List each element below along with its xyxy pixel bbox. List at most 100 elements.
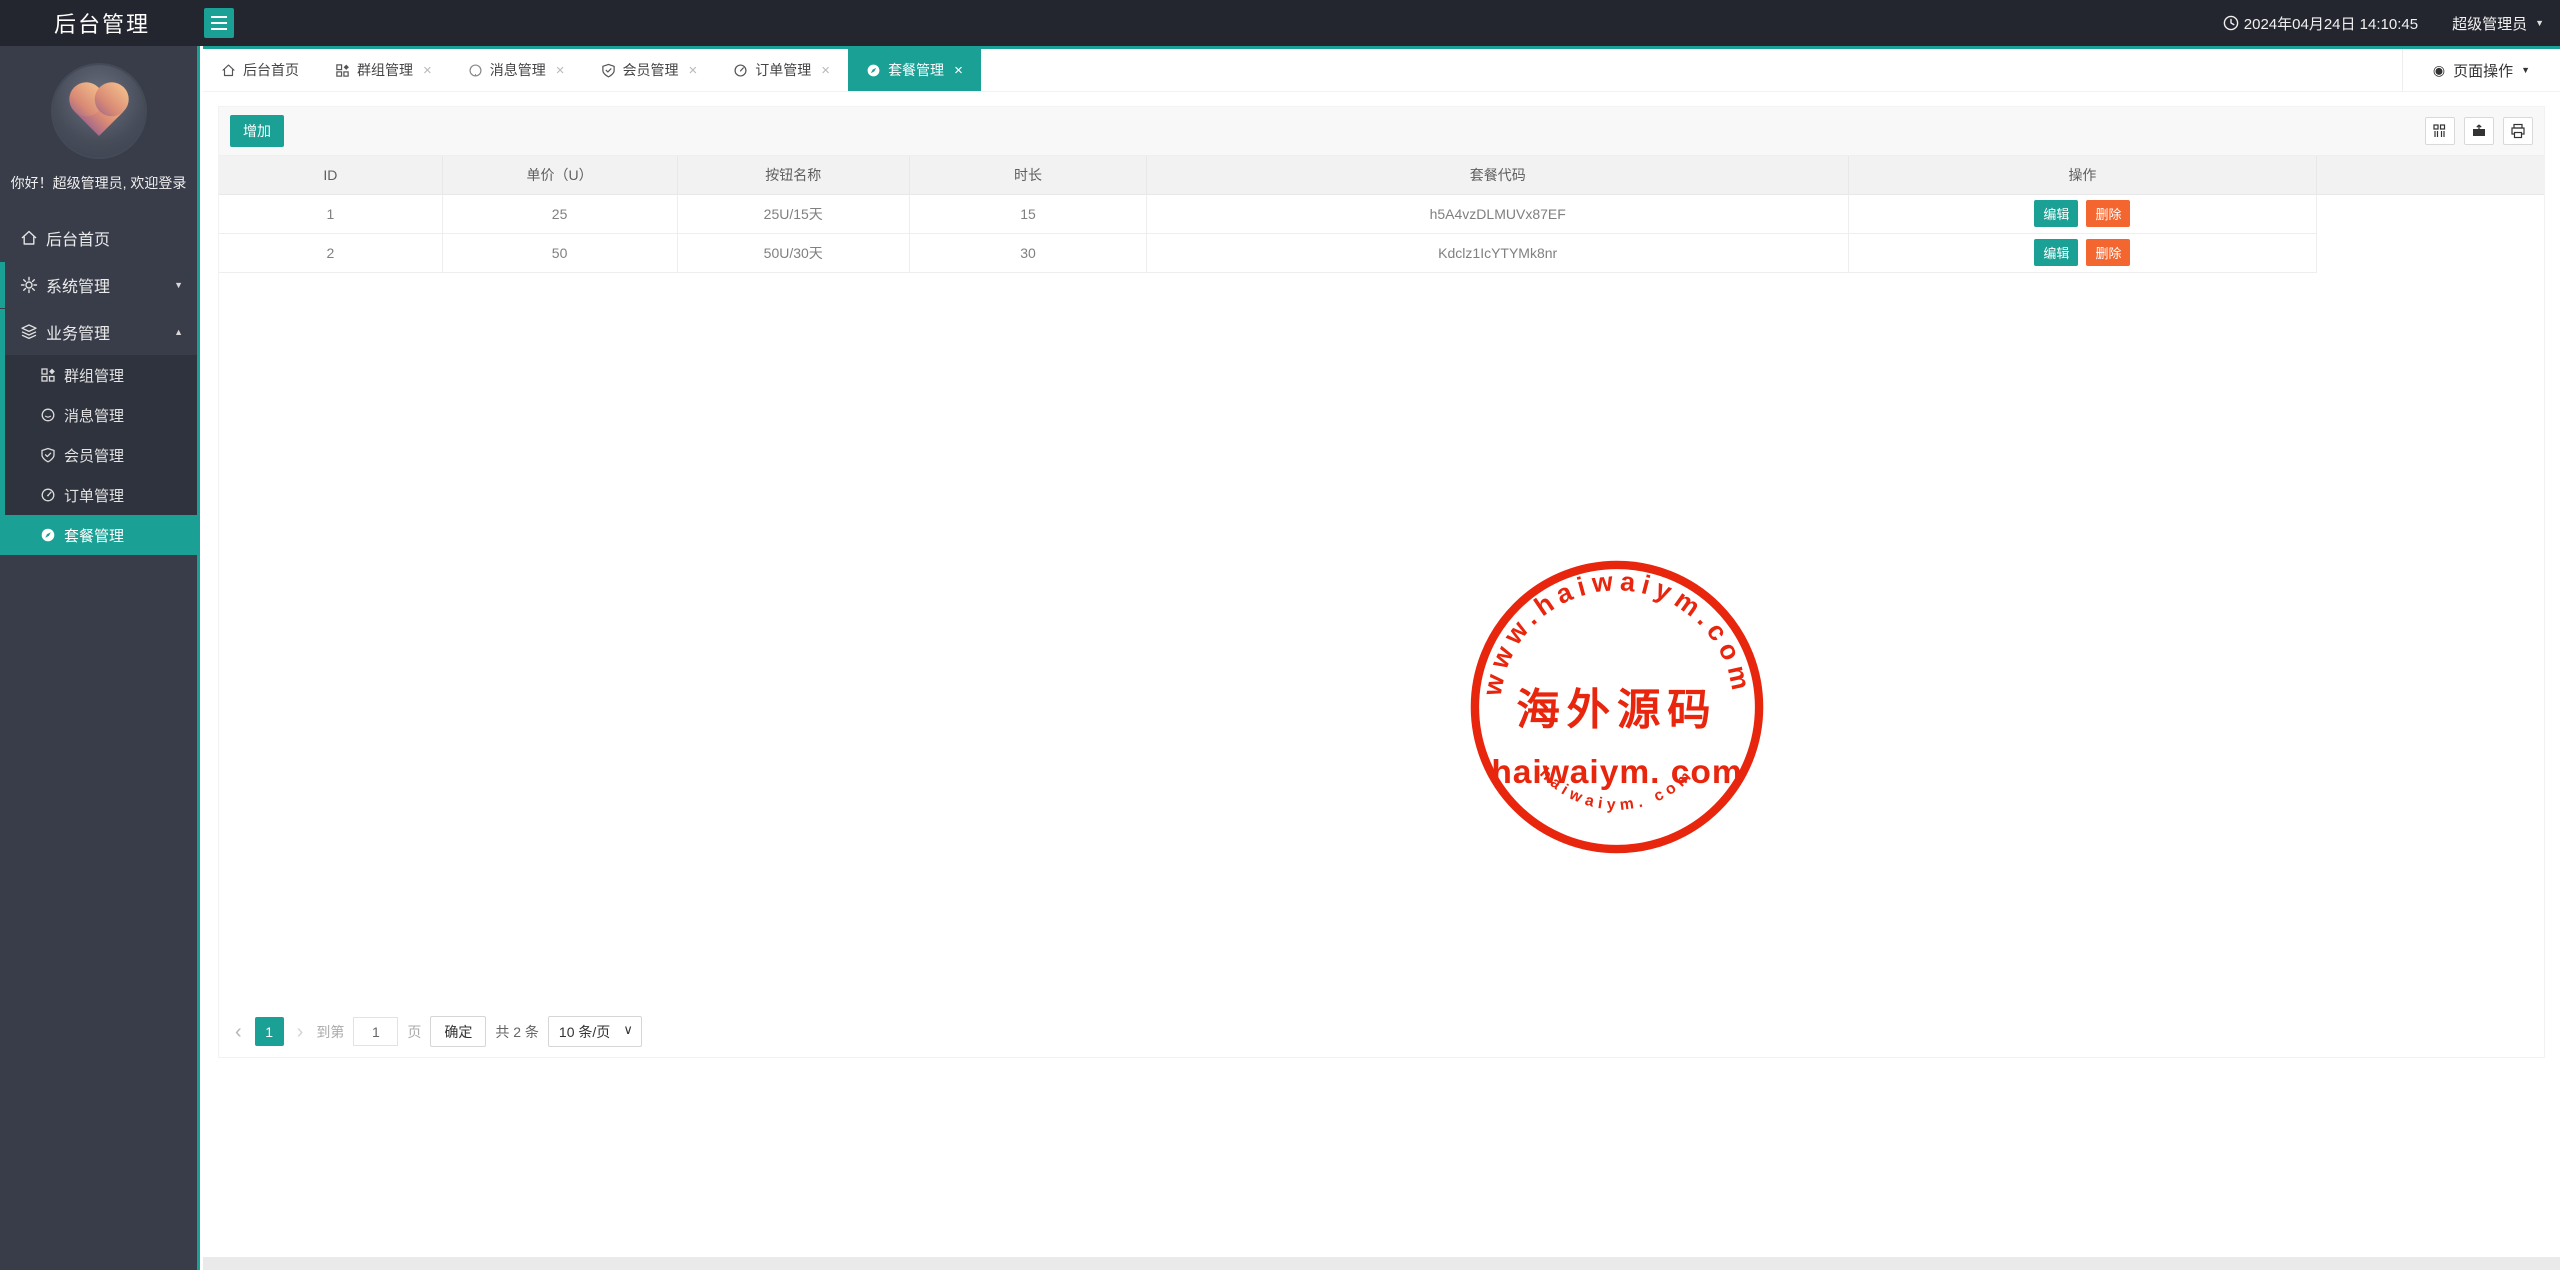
sidebar-item-label: 群组管理 [64, 365, 124, 386]
heart-photo [74, 88, 122, 136]
goto-page-input[interactable] [353, 1017, 398, 1046]
col-id: ID [219, 156, 442, 194]
delete-button[interactable]: 删除 [2086, 200, 2130, 227]
group-grid-icon [335, 63, 350, 78]
col-price: 单价（U） [442, 156, 677, 194]
sidebar-item-label: 业务管理 [46, 320, 110, 344]
cell-duration: 30 [909, 233, 1146, 272]
sidebar-nav: 后台首页 系统管理 ▼ 业务管理 ▲ [0, 215, 197, 555]
next-page-icon[interactable]: › [293, 1018, 308, 1046]
home-icon [20, 229, 38, 247]
package-compass-icon [40, 527, 56, 543]
close-icon[interactable]: × [954, 62, 963, 79]
sidebar-item-packages[interactable]: 套餐管理 [5, 515, 197, 555]
tab-messages[interactable]: 消息管理 × [450, 49, 583, 91]
current-page-button[interactable]: 1 [255, 1017, 284, 1046]
main-panel: 增加 [203, 92, 2560, 1257]
col-button-name: 按钮名称 [677, 156, 909, 194]
clock-icon [2223, 15, 2239, 31]
goto-label: 到第 [316, 1022, 344, 1042]
datetime-text: 2024年04月24日 14:10:45 [2244, 13, 2418, 34]
close-icon[interactable]: × [689, 62, 698, 79]
sidebar-submenu: 群组管理 消息管理 会员管理 [0, 355, 197, 555]
sidebar-item-members[interactable]: 会员管理 [5, 435, 197, 475]
sidebar-item-label: 消息管理 [64, 405, 124, 426]
datetime-display: 2024年04月24日 14:10:45 [2223, 13, 2418, 34]
chevron-down-icon: ▼ [2535, 18, 2544, 28]
columns-icon [2432, 123, 2448, 139]
print-button[interactable] [2503, 117, 2533, 145]
printer-icon [2510, 123, 2526, 139]
table-row: 1 25 25U/15天 15 h5A4vzDLMUVx87EF 编辑 删除 [219, 194, 2544, 233]
edit-button[interactable]: 编辑 [2034, 239, 2078, 266]
tab-label: 后台首页 [243, 60, 299, 80]
delete-button[interactable]: 删除 [2086, 239, 2130, 266]
close-icon[interactable]: × [556, 62, 565, 79]
cell-id: 2 [219, 233, 442, 272]
sidebar-item-groups[interactable]: 群组管理 [5, 355, 197, 395]
welcome-text: 你好！超级管理员, 欢迎登录 [0, 173, 197, 193]
sidebar-item-home[interactable]: 后台首页 [0, 215, 197, 261]
close-icon[interactable]: × [821, 62, 830, 79]
cell-duration: 15 [909, 194, 1146, 233]
confirm-button[interactable]: 确定 [430, 1016, 486, 1047]
toolbar: 增加 [219, 107, 2544, 156]
tab-members[interactable]: 会员管理 × [583, 49, 716, 91]
tab-home[interactable]: 后台首页 [203, 49, 317, 91]
tab-label: 群组管理 [357, 60, 413, 80]
cell-code: h5A4vzDLMUVx87EF [1147, 194, 1849, 233]
cell-id: 1 [219, 194, 442, 233]
total-count: 共 2 条 [495, 1022, 539, 1042]
packages-table: ID 单价（U） 按钮名称 时长 套餐代码 操作 1 25 [219, 156, 2544, 273]
col-duration: 时长 [909, 156, 1146, 194]
sidebar-item-label: 订单管理 [64, 485, 124, 506]
col-actions: 操作 [1849, 156, 2316, 194]
cell-button-name: 50U/30天 [677, 233, 909, 272]
chevron-up-icon: ▲ [174, 327, 183, 337]
username: 超级管理员 [2452, 13, 2527, 34]
table-row: 2 50 50U/30天 30 Kdclz1IcYTYMk8nr 编辑 删除 [219, 233, 2544, 272]
message-circle-icon [468, 63, 483, 78]
tab-label: 套餐管理 [888, 60, 944, 80]
sidebar-item-business[interactable]: 业务管理 ▲ [0, 309, 197, 355]
menu-toggle-button[interactable] [204, 8, 234, 38]
message-circle-icon [40, 407, 56, 423]
close-icon[interactable]: × [423, 62, 432, 79]
hamburger-icon [211, 16, 227, 18]
tab-bar: 后台首页 群组管理 × 消息管理 × [203, 46, 2560, 92]
gear-icon [20, 276, 38, 294]
cell-price: 25 [442, 194, 677, 233]
tab-groups[interactable]: 群组管理 × [317, 49, 450, 91]
group-grid-icon [40, 367, 56, 383]
content-area: 后台首页 群组管理 × 消息管理 × [203, 46, 2560, 1270]
tab-label: 会员管理 [623, 60, 679, 80]
data-card: 增加 [218, 106, 2545, 1058]
export-button[interactable] [2464, 117, 2494, 145]
tab-label: 消息管理 [490, 60, 546, 80]
edit-button[interactable]: 编辑 [2034, 200, 2078, 227]
add-button[interactable]: 增加 [230, 115, 284, 147]
member-shield-icon [601, 63, 616, 78]
home-icon [221, 63, 236, 78]
footer-bar [203, 1257, 2560, 1270]
tab-packages[interactable]: 套餐管理 × [848, 49, 981, 91]
package-compass-icon [866, 63, 881, 78]
member-shield-icon [40, 447, 56, 463]
sidebar-item-system[interactable]: 系统管理 ▼ [0, 262, 197, 308]
sidebar-item-orders[interactable]: 订单管理 [5, 475, 197, 515]
chevron-down-icon: ▼ [2521, 65, 2530, 75]
column-filter-button[interactable] [2425, 117, 2455, 145]
cell-price: 50 [442, 233, 677, 272]
page-operations-dropdown[interactable]: ◉ 页面操作 ▼ [2402, 49, 2560, 91]
chevron-down-icon: ▼ [174, 280, 183, 290]
avatar [53, 65, 145, 157]
sidebar-item-messages[interactable]: 消息管理 [5, 395, 197, 435]
tab-label: 订单管理 [755, 60, 811, 80]
page-size-select[interactable]: 10 条/页 [548, 1016, 642, 1047]
tab-orders[interactable]: 订单管理 × [715, 49, 848, 91]
user-menu[interactable]: 超级管理员 ▼ [2452, 13, 2544, 34]
sidebar: 你好！超级管理员, 欢迎登录 后台首页 系统管理 ▼ [0, 46, 200, 1270]
app-title: 后台管理 [0, 7, 200, 39]
dot-circle-icon: ◉ [2433, 62, 2445, 79]
prev-page-icon[interactable]: ‹ [231, 1018, 246, 1046]
